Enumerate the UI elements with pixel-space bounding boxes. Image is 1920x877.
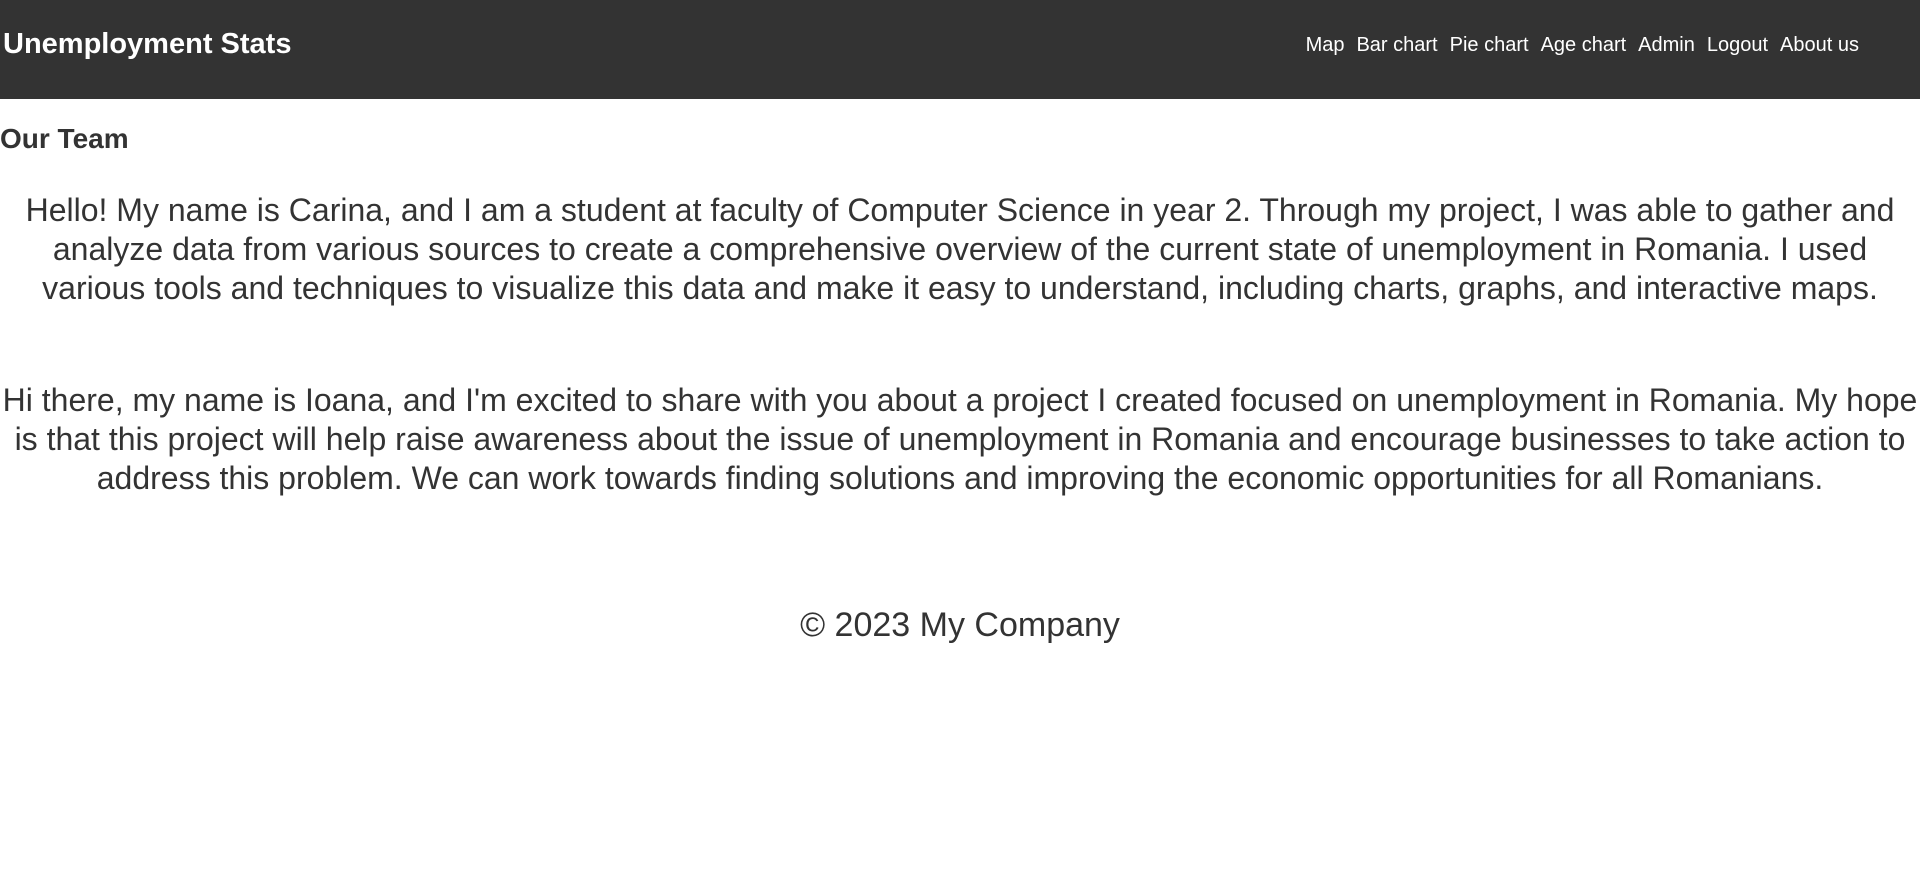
footer-copyright: © 2023 My Company: [800, 606, 1120, 644]
navbar: Unemployment Stats Map Bar chart Pie cha…: [0, 0, 1920, 99]
team-member-bio-ioana: Hi there, my name is Ioana, and I'm exci…: [2, 382, 1918, 496]
nav-link-logout[interactable]: Logout: [1701, 32, 1774, 58]
site-brand[interactable]: Unemployment Stats: [3, 26, 291, 62]
main-nav: Map Bar chart Pie chart Age chart Admin …: [1300, 32, 1865, 58]
team-member-bio-carina: Hello! My name is Carina, and I am a stu…: [25, 192, 1895, 306]
nav-link-about-us[interactable]: About us: [1774, 32, 1865, 58]
nav-link-pie-chart[interactable]: Pie chart: [1444, 32, 1535, 58]
nav-link-bar-chart[interactable]: Bar chart: [1350, 32, 1443, 58]
nav-link-age-chart[interactable]: Age chart: [1535, 32, 1633, 58]
nav-link-admin[interactable]: Admin: [1632, 32, 1701, 58]
nav-link-map[interactable]: Map: [1300, 32, 1351, 58]
page-title: Our Team: [0, 123, 129, 154]
